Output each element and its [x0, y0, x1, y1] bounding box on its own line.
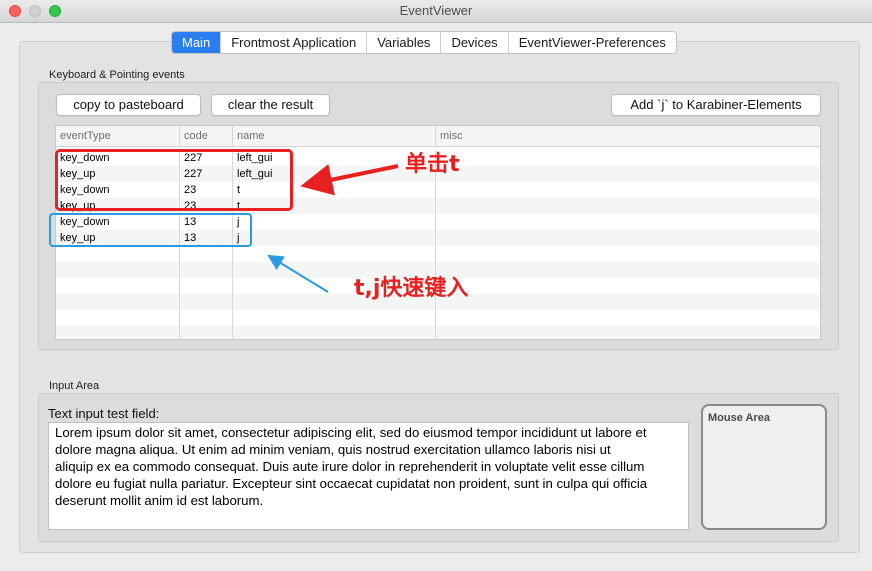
input-group-label: Input Area — [49, 380, 100, 392]
blue-arrow — [267, 254, 329, 293]
text-input-field[interactable]: Lorem ipsum dolor sit amet, consectetur … — [48, 422, 689, 530]
text-field-label: Text input test field: — [48, 406, 160, 421]
text-line: Lorem ipsum dolor sit amet, consectetur … — [55, 425, 647, 440]
text-line: dolore eu fugiat nulla pariatur. Excepte… — [55, 476, 648, 491]
annotation-fast-typing-tj: t,j快速键入 — [354, 276, 469, 301]
red-arrow — [300, 164, 399, 196]
mouse-area[interactable]: Mouse Area — [701, 404, 827, 530]
annotation-click-t: 单击t — [405, 152, 460, 177]
event-viewer-window: EventViewer Main Frontmost Application V… — [0, 0, 872, 571]
mouse-area-label: Mouse Area — [708, 412, 770, 424]
text-line: dolore magna aliqua. Ut enim ad minim ve… — [55, 442, 611, 457]
text-line: aliquip ex ea commodo consequat. Duis au… — [55, 459, 645, 474]
text-line: deserunt mollit anim id est laborum. — [55, 493, 264, 508]
